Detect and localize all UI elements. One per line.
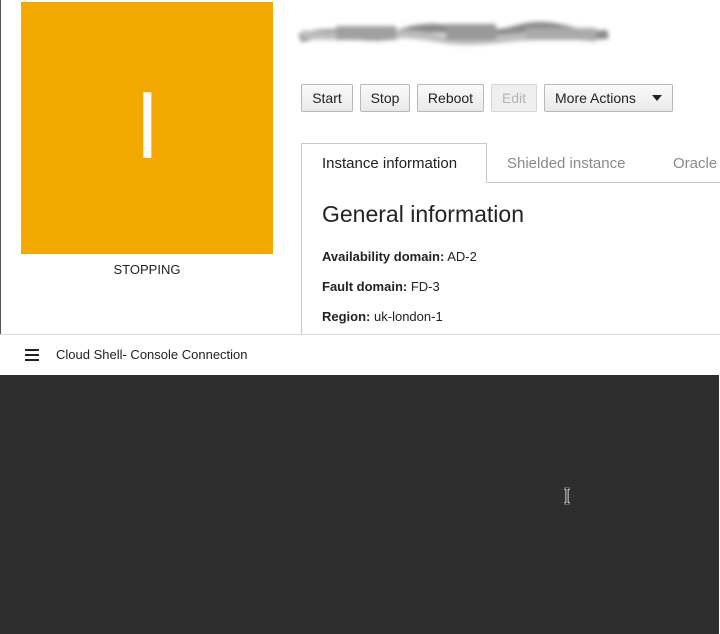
reboot-button[interactable]: Reboot bbox=[417, 84, 484, 112]
text-cursor-icon bbox=[564, 487, 570, 505]
cloud-shell-header: Cloud Shell- Console Connection bbox=[0, 334, 720, 375]
stop-button[interactable]: Stop bbox=[360, 84, 410, 112]
start-button[interactable]: Start bbox=[301, 84, 353, 112]
tab-content-border bbox=[301, 183, 302, 334]
chevron-down-icon bbox=[651, 95, 662, 101]
availability-domain-value: AD-2 bbox=[447, 249, 477, 264]
fault-domain-value: FD-3 bbox=[410, 279, 440, 294]
availability-domain-label: Availability domain: bbox=[322, 249, 445, 264]
hamburger-menu-icon[interactable] bbox=[25, 349, 39, 361]
general-information-heading: General information bbox=[322, 201, 524, 227]
edit-button: Edit bbox=[491, 84, 537, 112]
region-value: uk-london-1 bbox=[374, 309, 443, 324]
cloud-shell-terminal[interactable] bbox=[0, 375, 719, 634]
tab-shielded-instance[interactable]: Shielded instance bbox=[507, 143, 625, 183]
more-actions-label: More Actions bbox=[555, 90, 636, 106]
instance-status: STOPPING bbox=[113, 262, 181, 277]
more-actions-button[interactable]: More Actions bbox=[544, 84, 673, 112]
instance-icon-letter: I bbox=[135, 75, 159, 180]
panel-border bbox=[0, 0, 1, 334]
fault-domain-label: Fault domain: bbox=[322, 279, 408, 294]
cloud-shell-title: Cloud Shell- Console Connection bbox=[56, 347, 248, 362]
availability-domain-row: Availability domain: AD-2 bbox=[322, 249, 477, 264]
tab-instance-information[interactable]: Instance information bbox=[301, 143, 487, 183]
fault-domain-row: Fault domain: FD-3 bbox=[322, 279, 440, 294]
region-label: Region: bbox=[322, 309, 371, 324]
redacted-instance-name bbox=[298, 21, 609, 45]
region-row: Region: uk-london-1 bbox=[322, 309, 443, 324]
instance-icon: I bbox=[21, 2, 273, 254]
tab-oracle[interactable]: Oracle bbox=[673, 143, 717, 183]
oci-instance-page: I STOPPING Start Stop Reboot Edit More A… bbox=[0, 0, 720, 634]
